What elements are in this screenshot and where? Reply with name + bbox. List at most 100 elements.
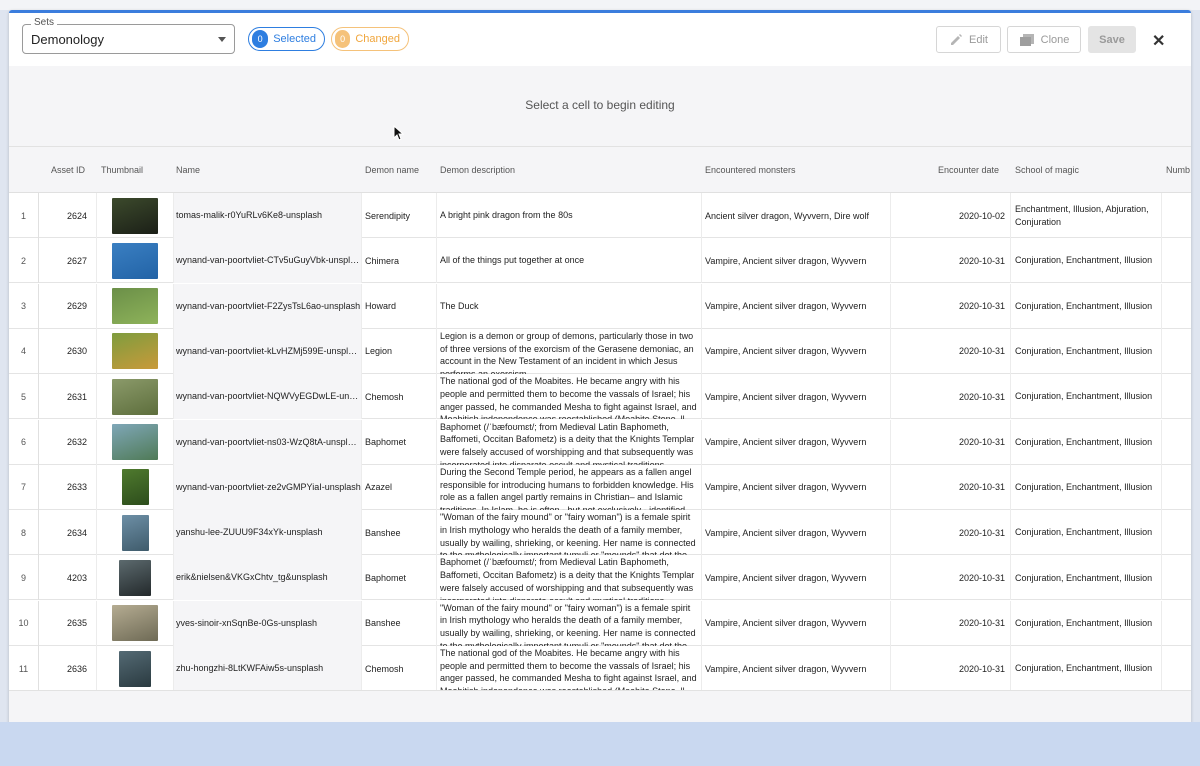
asset-id-cell[interactable]: 2630	[39, 328, 97, 374]
thumbnail-cell[interactable]	[97, 555, 174, 601]
changed-chip[interactable]: 0 Changed	[331, 27, 409, 51]
thumbnail-cell[interactable]	[97, 328, 174, 374]
name-cell[interactable]: yanshu-lee-ZUUU9F34xYk-unsplash	[174, 510, 362, 556]
number-cell[interactable]	[1162, 646, 1191, 690]
encounter-date-cell[interactable]: 2020-10-31	[891, 374, 1011, 420]
encountered-monsters-cell[interactable]: Vampire, Ancient silver dragon, Wyvvern	[702, 510, 891, 556]
number-cell[interactable]	[1162, 465, 1191, 510]
row-index[interactable]: 6	[9, 419, 39, 465]
encounter-date-cell[interactable]: 2020-10-31	[891, 646, 1011, 690]
demon-name-cell[interactable]: Banshee	[362, 600, 437, 646]
number-cell[interactable]	[1162, 420, 1191, 465]
table-row[interactable]: 8 2634 yanshu-lee-ZUUU9F34xYk-unsplash Bans…	[9, 510, 1191, 556]
col-asset-id[interactable]: Asset ID	[51, 147, 85, 193]
demon-name-cell[interactable]: Baphomet	[362, 419, 437, 465]
encounter-date-cell[interactable]: 2020-10-31	[891, 238, 1011, 284]
demon-description-cell[interactable]: The Duck	[437, 283, 702, 329]
thumbnail-cell[interactable]	[97, 374, 174, 420]
encountered-monsters-cell[interactable]: Vampire, Ancient silver dragon, Wyvvern	[702, 555, 891, 601]
demon-description-cell[interactable]: All of the things put together at once	[437, 238, 702, 284]
name-cell[interactable]: erik&nielsen&VKGxChtv_tg&unsplash	[174, 555, 362, 601]
demon-name-cell[interactable]: Legion	[362, 328, 437, 374]
table-row[interactable]: 7 2633 wynand-van-poortvliet-ze2vGMPYiaI-u…	[9, 464, 1191, 510]
demon-description-cell[interactable]: Baphomet (/ˈbæfoʊmɛt/; from Medieval Lat…	[437, 419, 702, 465]
school-of-magic-cell[interactable]: Conjuration, Enchantment, Illusion	[1011, 555, 1162, 601]
number-cell[interactable]	[1162, 238, 1191, 283]
demon-description-cell[interactable]: The national god of the Moabites. He bec…	[437, 646, 702, 690]
asset-id-cell[interactable]: 2636	[39, 646, 97, 690]
school-of-magic-cell[interactable]: Conjuration, Enchantment, Illusion	[1011, 283, 1162, 329]
name-cell[interactable]: tomas-malik-r0YuRLv6Ke8-unsplash	[174, 193, 362, 238]
demon-name-cell[interactable]: Azazel	[362, 464, 437, 510]
asset-id-cell[interactable]: 2629	[39, 283, 97, 329]
close-icon[interactable]: ✕	[1152, 31, 1165, 51]
encountered-monsters-cell[interactable]: Vampire, Ancient silver dragon, Wyvvern	[702, 419, 891, 465]
row-index[interactable]: 8	[9, 510, 39, 556]
table-row[interactable]: 2 2627 wynand-van-poortvliet-CTv5uGuyVbk-u…	[9, 238, 1191, 284]
name-cell[interactable]: yves-sinoir-xnSqnBe-0Gs-unsplash	[174, 600, 362, 646]
thumbnail-cell[interactable]	[97, 464, 174, 510]
demon-name-cell[interactable]: Chimera	[362, 238, 437, 284]
encountered-monsters-cell[interactable]: Vampire, Ancient silver dragon, Wyvvern	[702, 646, 891, 690]
demon-name-cell[interactable]: Banshee	[362, 510, 437, 556]
school-of-magic-cell[interactable]: Conjuration, Enchantment, Illusion	[1011, 464, 1162, 510]
school-of-magic-cell[interactable]: Conjuration, Enchantment, Illusion	[1011, 510, 1162, 556]
thumbnail-cell[interactable]	[97, 646, 174, 690]
encounter-date-cell[interactable]: 2020-10-31	[891, 555, 1011, 601]
row-index[interactable]: 1	[9, 193, 39, 238]
asset-id-cell[interactable]: 2635	[39, 600, 97, 646]
encountered-monsters-cell[interactable]: Vampire, Ancient silver dragon, Wyvvern	[702, 374, 891, 420]
demon-name-cell[interactable]: Chemosh	[362, 374, 437, 420]
encountered-monsters-cell[interactable]: Vampire, Ancient silver dragon, Wyvvern	[702, 283, 891, 329]
name-cell[interactable]: zhu-hongzhi-8LtKWFAiw5s-unsplash	[174, 646, 362, 690]
row-index[interactable]: 9	[9, 555, 39, 601]
demon-name-cell[interactable]: Howard	[362, 283, 437, 329]
demon-description-cell[interactable]: Legion is a demon or group of demons, pa…	[437, 328, 702, 374]
sets-select[interactable]: Sets Demonology	[22, 17, 235, 54]
school-of-magic-cell[interactable]: Conjuration, Enchantment, Illusion	[1011, 374, 1162, 420]
row-index[interactable]: 7	[9, 464, 39, 510]
encounter-date-cell[interactable]: 2020-10-31	[891, 600, 1011, 646]
demon-name-cell[interactable]: Chemosh	[362, 646, 437, 690]
row-index[interactable]: 11	[9, 646, 39, 690]
table-row[interactable]: 10 2635 yves-sinoir-xnSqnBe-0Gs-unsplash Ba…	[9, 600, 1191, 646]
thumbnail-cell[interactable]	[97, 600, 174, 646]
name-cell[interactable]: wynand-van-poortvliet-F2ZysTsL6ao-unspla…	[174, 283, 362, 329]
encountered-monsters-cell[interactable]: Vampire, Ancient silver dragon, Wyvvern	[702, 600, 891, 646]
table-row[interactable]: 5 2631 wynand-van-poortvliet-NQWVyEGDwLE-u…	[9, 374, 1191, 420]
encounter-date-cell[interactable]: 2020-10-31	[891, 510, 1011, 556]
col-name[interactable]: Name	[176, 147, 200, 193]
thumbnail-cell[interactable]	[97, 193, 174, 238]
table-row[interactable]: 9 4203 erik&nielsen&VKGxChtv_tg&unsplash Ba…	[9, 555, 1191, 601]
encountered-monsters-cell[interactable]: Vampire, Ancient silver dragon, Wyvvern	[702, 238, 891, 284]
name-cell[interactable]: wynand-van-poortvliet-CTv5uGuyVbk-unspla…	[174, 238, 362, 284]
thumbnail-cell[interactable]	[97, 283, 174, 329]
col-encounter-date[interactable]: Encounter date	[938, 147, 999, 193]
table-row[interactable]: 4 2630 wynand-van-poortvliet-kLvHZMj599E-u…	[9, 328, 1191, 374]
col-demon-description[interactable]: Demon description	[440, 147, 515, 193]
demon-description-cell[interactable]: Baphomet (/ˈbæfoʊmɛt/; from Medieval Lat…	[437, 555, 702, 601]
demon-description-cell[interactable]: The national god of the Moabites. He bec…	[437, 374, 702, 420]
demon-name-cell[interactable]: Baphomet	[362, 555, 437, 601]
chevron-down-icon[interactable]	[218, 37, 226, 42]
encounter-date-cell[interactable]: 2020-10-31	[891, 283, 1011, 329]
demon-description-cell[interactable]: During the Second Temple period, he appe…	[437, 464, 702, 510]
table-row[interactable]: 6 2632 wynand-van-poortvliet-ns03-WzQ8tA-u…	[9, 419, 1191, 465]
name-cell[interactable]: wynand-van-poortvliet-kLvHZMj599E-unspla…	[174, 328, 362, 374]
school-of-magic-cell[interactable]: Enchantment, Illusion, Abjuration, Conju…	[1011, 193, 1162, 238]
number-cell[interactable]	[1162, 601, 1191, 646]
number-cell[interactable]	[1162, 193, 1191, 238]
col-number[interactable]: Numb	[1166, 147, 1190, 193]
number-cell[interactable]	[1162, 555, 1191, 600]
number-cell[interactable]	[1162, 329, 1191, 374]
selected-chip[interactable]: 0 Selected	[248, 27, 325, 51]
name-cell[interactable]: wynand-van-poortvliet-ns03-WzQ8tA-unspla…	[174, 419, 362, 465]
save-button[interactable]: Save	[1088, 26, 1136, 53]
number-cell[interactable]	[1162, 284, 1191, 329]
asset-id-cell[interactable]: 2624	[39, 193, 97, 238]
asset-id-cell[interactable]: 2631	[39, 374, 97, 420]
edit-button[interactable]: Edit	[936, 26, 1001, 53]
asset-id-cell[interactable]: 2634	[39, 510, 97, 556]
col-thumbnail[interactable]: Thumbnail	[101, 147, 143, 193]
number-cell[interactable]	[1162, 374, 1191, 419]
